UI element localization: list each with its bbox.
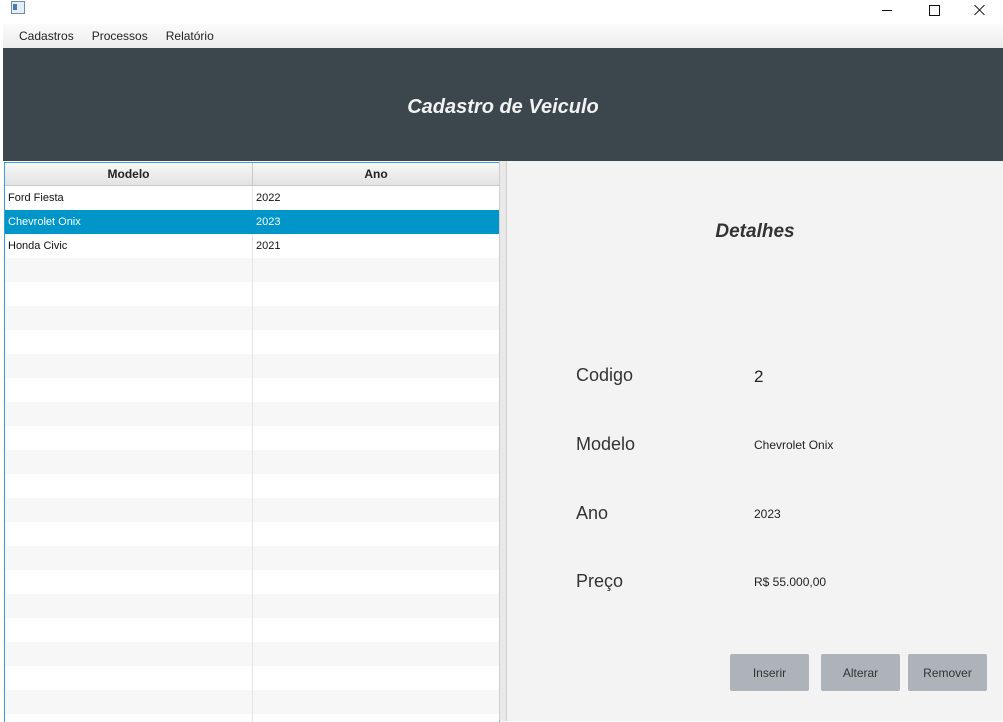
cell-ano [253,594,499,618]
cell-modelo [5,642,253,666]
cell-ano [253,666,499,690]
cell-modelo: Honda Civic [5,234,253,258]
cell-ano [253,426,499,450]
table-row-empty [5,282,499,306]
table-row-empty [5,546,499,570]
cell-ano [253,402,499,426]
cell-ano [253,690,499,714]
label-modelo: Modelo [576,434,636,454]
cell-ano: 2023 [256,216,281,228]
table-body: Ford Fiesta 2022 Chevrolet Onix 2023 Honda C… [5,186,499,722]
cell-modelo: Chevrolet Onix [5,210,253,234]
table-row-empty [5,426,499,450]
value-codigo: 2 [754,367,764,386]
cell-ano [253,330,499,354]
cell-ano [253,570,499,594]
cell-ano: 2022 [256,192,281,204]
cell-modelo [5,306,253,330]
cell-modelo: Ford Fiesta [5,186,253,210]
table-row-empty [5,642,499,666]
cell-modelo [5,666,253,690]
insert-button[interactable]: Inserir [730,654,809,691]
table-row-empty [5,378,499,402]
maximize-button[interactable] [911,0,957,20]
cell-modelo [5,690,253,714]
table-row[interactable]: Honda Civic 2021 [5,234,499,258]
cell-modelo [5,354,253,378]
table-row-empty [5,474,499,498]
title-bar [0,0,1003,24]
cell-ano [253,258,499,282]
table-row-empty [5,450,499,474]
cell-ano [253,618,499,642]
cell-ano [253,474,499,498]
table-row-empty [5,666,499,690]
table-row[interactable]: Chevrolet Onix 2023 [5,210,499,234]
cell-ano [253,546,499,570]
minimize-button[interactable] [864,0,910,20]
minimize-icon [882,9,892,11]
cell-modelo [5,618,253,642]
menu-relatorio[interactable]: Relatório [157,25,223,47]
menu-processos[interactable]: Processos [83,25,157,47]
menu-bar: Cadastros Processos Relatório [3,24,1003,49]
update-button[interactable]: Alterar [821,654,900,691]
details-panel: Detalhes Codigo 2 Modelo Chevrolet Onix … [507,161,1003,721]
cell-modelo [5,570,253,594]
cell-modelo [5,594,253,618]
table-row[interactable]: Ford Fiesta 2022 [5,186,499,210]
value-ano: 2023 [754,507,781,521]
table-row-empty [5,402,499,426]
app-icon [11,1,25,14]
cell-modelo [5,282,253,306]
cell-modelo [5,426,253,450]
cell-modelo [5,546,253,570]
cell-modelo [5,330,253,354]
label-preco: Preço [576,571,624,591]
close-icon [974,4,986,16]
cell-modelo [5,402,253,426]
vehicle-table[interactable]: Modelo Ano Ford Fiesta 2022 Chevrolet Onix… [4,162,500,722]
table-row-empty [5,594,499,618]
label-ano: Ano [576,503,609,523]
column-header-ano[interactable]: Ano [253,163,499,185]
page-header: Cadastro de Veiculo [3,48,1003,161]
table-row-empty [5,690,499,714]
cell-ano [253,354,499,378]
table-row-empty [5,618,499,642]
table-row-empty [5,570,499,594]
cell-ano [253,378,499,402]
details-title: Detalhes [715,221,795,242]
value-preco: R$ 55.000,00 [754,575,827,589]
page-title: Cadastro de Veiculo [407,96,599,118]
cell-ano: 2021 [256,240,281,252]
label-codigo: Codigo [576,365,634,385]
cell-ano [253,306,499,330]
cell-modelo [5,378,253,402]
table-row-empty [5,330,499,354]
table-row-empty [5,498,499,522]
cell-modelo [5,474,253,498]
table-row-empty [5,354,499,378]
value-modelo: Chevrolet Onix [754,438,834,452]
cell-ano [253,450,499,474]
remove-button[interactable]: Remover [908,654,987,691]
cell-ano [253,282,499,306]
close-button[interactable] [957,0,1003,20]
maximize-icon [928,4,940,16]
cell-modelo [5,258,253,282]
cell-ano [253,642,499,666]
column-header-modelo[interactable]: Modelo [5,163,253,185]
table-row-empty [5,522,499,546]
cell-ano [253,522,499,546]
table-header: Modelo Ano [5,163,499,186]
cell-modelo [5,498,253,522]
cell-ano [253,498,499,522]
split-divider[interactable] [499,161,507,721]
table-row-empty [5,306,499,330]
table-row-empty [5,258,499,282]
cell-modelo [5,450,253,474]
menu-cadastros[interactable]: Cadastros [3,25,83,47]
cell-modelo [5,522,253,546]
